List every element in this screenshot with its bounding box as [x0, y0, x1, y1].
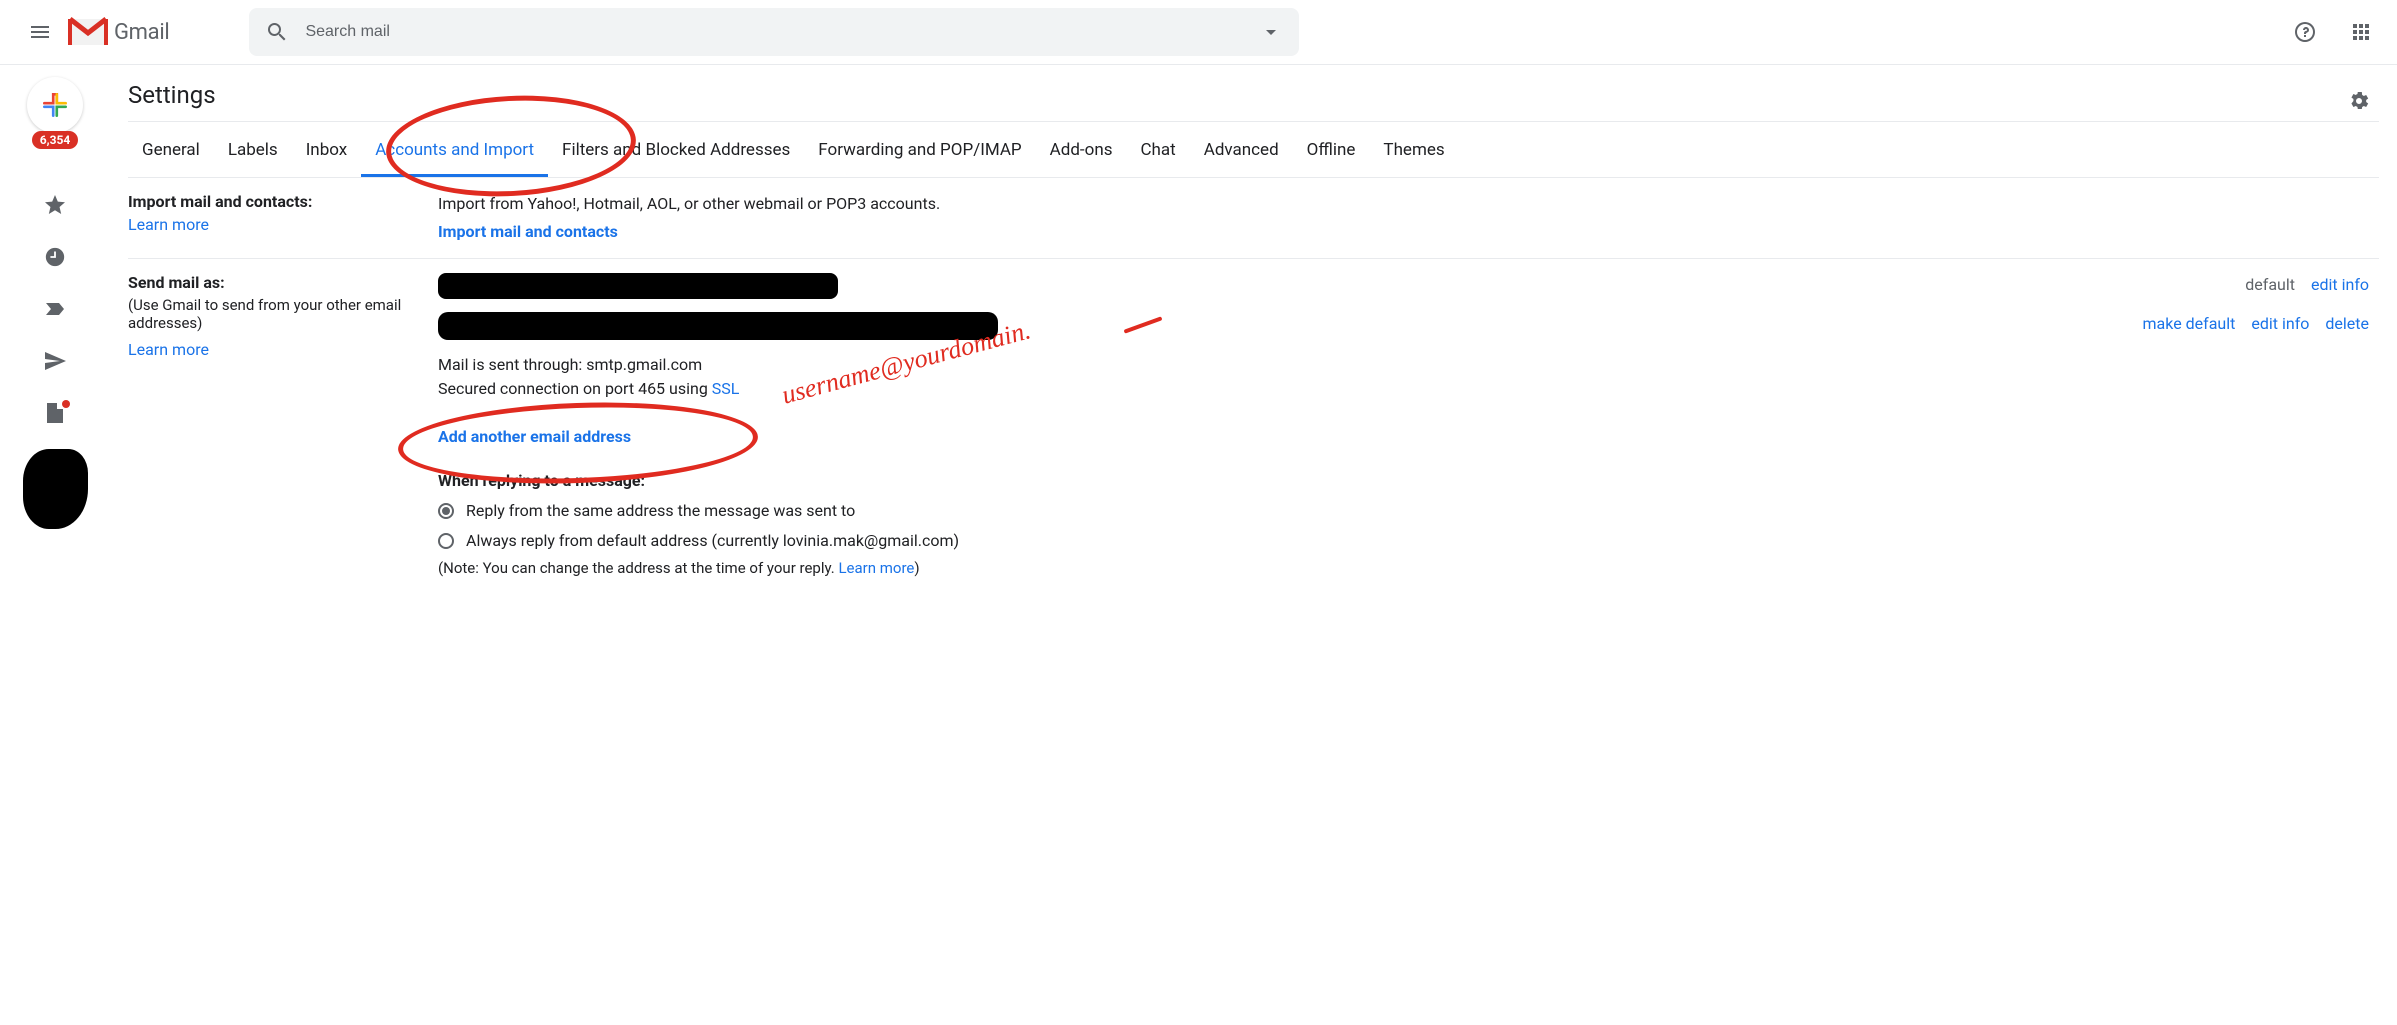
apps-button[interactable]	[2341, 12, 2381, 52]
gear-icon	[2347, 89, 2371, 113]
row2-ssl-link[interactable]: SSL	[712, 379, 740, 398]
redacted-address-2	[438, 312, 998, 340]
content: Settings General Labels Inbox Accounts a…	[110, 65, 2397, 594]
header-right	[2225, 12, 2381, 52]
reply-option-2-label: Always reply from default address (curre…	[466, 529, 959, 553]
sidebar-item-drafts[interactable]	[43, 401, 67, 425]
header: Gmail	[0, 0, 2397, 64]
radio-icon-checked	[438, 503, 454, 519]
section-import: Import mail and contacts: Learn more Imp…	[128, 178, 2379, 259]
add-another-email-link[interactable]: Add another email address	[438, 425, 631, 449]
search-icon	[265, 20, 289, 44]
sidebar-item-starred[interactable]	[43, 193, 67, 217]
reply-note-c: )	[914, 559, 919, 577]
tab-filters[interactable]: Filters and Blocked Addresses	[548, 130, 804, 177]
send-as-row-1-actions: default edit info	[2245, 273, 2379, 297]
sidebar-item-important[interactable]	[43, 297, 67, 321]
tab-accounts-import[interactable]: Accounts and Import	[361, 130, 548, 177]
import-action-link[interactable]: Import mail and contacts	[438, 220, 2379, 244]
row1-default-label: default	[2245, 273, 2295, 297]
send-as-row-2-actions: make default edit info delete	[2143, 312, 2379, 336]
row2-edit-info-link[interactable]: edit info	[2251, 312, 2309, 336]
tab-chat[interactable]: Chat	[1126, 130, 1189, 177]
reply-heading: When replying to a message:	[438, 469, 2379, 493]
chevron-down-icon[interactable]	[1259, 20, 1283, 44]
tab-offline[interactable]: Offline	[1293, 130, 1370, 177]
inbox-count-badge: 6,354	[32, 131, 79, 149]
send-as-row-2-main: Mail is sent through: smtp.gmail.com Sec…	[438, 312, 2143, 401]
section-import-label: Import mail and contacts: Learn more	[128, 192, 438, 244]
row2-secured-text: Secured connection on port 465 using	[438, 379, 712, 398]
redacted-address-1	[438, 273, 838, 299]
import-learn-more-link[interactable]: Learn more	[128, 215, 438, 234]
search-input[interactable]	[305, 23, 1259, 41]
send-as-sub-text: (Use Gmail to send from your other email…	[128, 296, 438, 332]
tab-forwarding[interactable]: Forwarding and POP/IMAP	[804, 130, 1035, 177]
send-as-body: default edit info Mail is sent through: …	[438, 273, 2379, 580]
main: 6,354 Settings General Labe	[0, 65, 2397, 594]
clock-icon	[44, 246, 66, 268]
sidebar-item-sent[interactable]	[43, 349, 67, 373]
main-menu-button[interactable]	[16, 8, 64, 56]
radio-icon-unchecked	[438, 533, 454, 549]
tab-addons[interactable]: Add-ons	[1036, 130, 1127, 177]
settings-tabs: General Labels Inbox Accounts and Import…	[128, 122, 2379, 177]
send-as-row-1-main	[438, 273, 2245, 306]
row1-edit-info-link[interactable]: edit info	[2311, 273, 2369, 297]
gmail-m-icon	[68, 17, 108, 47]
tab-labels[interactable]: Labels	[214, 130, 292, 177]
reply-note-learn-more[interactable]: Learn more	[838, 559, 914, 577]
reply-note-a: (Note: You can change the address at the…	[438, 559, 838, 577]
reply-option-1-label: Reply from the same address the message …	[466, 499, 855, 523]
sidebar-item-snoozed[interactable]	[43, 245, 67, 269]
settings-gear-button[interactable]	[2339, 81, 2379, 121]
support-button[interactable]	[2285, 12, 2325, 52]
sidebar: 6,354	[0, 65, 110, 594]
send-as-label-text: Send mail as:	[128, 273, 438, 292]
row2-mail-through: Mail is sent through: smtp.gmail.com	[438, 353, 2143, 377]
tab-themes[interactable]: Themes	[1369, 130, 1458, 177]
tab-inbox[interactable]: Inbox	[292, 130, 362, 177]
section-send-mail-as: Send mail as: (Use Gmail to send from yo…	[128, 259, 2379, 594]
reply-option-1[interactable]: Reply from the same address the message …	[438, 499, 2379, 523]
hamburger-icon	[28, 20, 52, 44]
settings-tabs-container: General Labels Inbox Accounts and Import…	[128, 121, 2379, 178]
star-icon	[43, 193, 67, 217]
reply-option-2[interactable]: Always reply from default address (curre…	[438, 529, 2379, 553]
import-description: Import from Yahoo!, Hotmail, AOL, or oth…	[438, 192, 2379, 216]
send-as-label: Send mail as: (Use Gmail to send from yo…	[128, 273, 438, 580]
help-icon	[2293, 20, 2317, 44]
section-import-body: Import from Yahoo!, Hotmail, AOL, or oth…	[438, 192, 2379, 244]
send-as-row-2: Mail is sent through: smtp.gmail.com Sec…	[438, 312, 2379, 401]
plus-icon	[39, 89, 71, 121]
send-as-row-1: default edit info	[438, 273, 2379, 306]
row2-delete-link[interactable]: delete	[2325, 312, 2369, 336]
draft-icon	[45, 401, 65, 425]
gmail-logo[interactable]: Gmail	[68, 17, 169, 47]
import-label-text: Import mail and contacts:	[128, 192, 438, 211]
gmail-text: Gmail	[114, 20, 169, 45]
send-as-learn-more-link[interactable]: Learn more	[128, 340, 438, 359]
search-box[interactable]	[249, 8, 1299, 56]
apps-grid-icon	[2349, 20, 2373, 44]
row2-secured: Secured connection on port 465 using SSL	[438, 377, 2143, 401]
redacted-avatar	[23, 449, 88, 529]
compose-button[interactable]	[27, 77, 83, 133]
page-title: Settings	[128, 81, 216, 109]
row2-make-default-link[interactable]: make default	[2143, 312, 2236, 336]
important-icon	[43, 297, 67, 321]
tab-advanced[interactable]: Advanced	[1190, 130, 1293, 177]
tab-general[interactable]: General	[128, 130, 214, 177]
sent-icon	[43, 349, 67, 373]
reply-note: (Note: You can change the address at the…	[438, 557, 2379, 580]
